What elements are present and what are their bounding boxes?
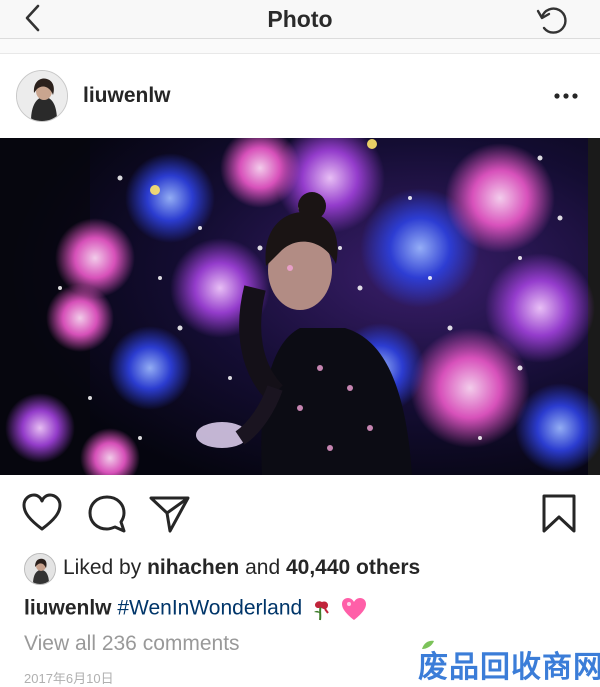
post-date: 2017年6月10日 [24, 671, 114, 686]
watermark-text: 废品回收商网 [418, 651, 600, 684]
likes-and: and [245, 556, 281, 579]
liker-avatar [24, 553, 56, 585]
bookmark-icon[interactable] [540, 493, 578, 535]
caption-username[interactable]: liuwenlw [24, 597, 112, 620]
share-icon[interactable] [148, 493, 192, 535]
likes-prefix: Liked by [63, 556, 142, 579]
post-photo[interactable] [0, 138, 600, 475]
caption-hashtag[interactable]: #WenInWonderland [117, 597, 302, 620]
post-caption: liuwenlw #WenInWonderland [24, 596, 368, 622]
page-title: Photo [267, 6, 333, 32]
liker-username[interactable]: nihachen [147, 556, 239, 579]
comment-icon[interactable] [86, 493, 128, 535]
view-comments-link[interactable]: View all 236 comments [24, 632, 240, 656]
sparkling-heart-icon [341, 598, 366, 620]
likes-row[interactable]: Liked by nihachen and 40,440 others [24, 553, 584, 585]
likes-count[interactable]: 40,440 others [286, 556, 420, 579]
avatar[interactable] [16, 70, 68, 122]
heart-icon[interactable] [22, 493, 62, 535]
nav-divider [0, 39, 600, 54]
top-nav-bar: Photo [0, 0, 600, 39]
wilted-rose-icon [314, 601, 329, 621]
post-username[interactable]: liuwenlw [83, 84, 171, 108]
likes-text: Liked by nihachen and 40,440 others [63, 556, 420, 580]
more-icon[interactable] [553, 92, 579, 100]
refresh-icon[interactable] [534, 3, 572, 37]
